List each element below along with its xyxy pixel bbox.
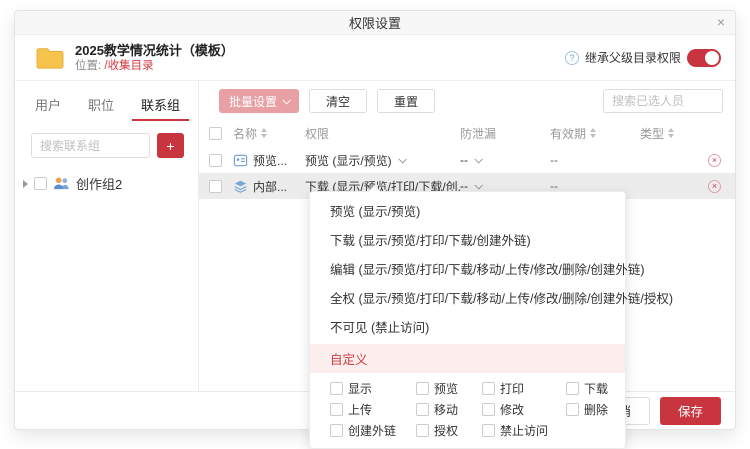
- clear-button[interactable]: 清空: [309, 89, 368, 113]
- expand-caret-icon[interactable]: [23, 179, 28, 188]
- chevron-down-icon: [282, 96, 291, 105]
- row-name: 预览...: [253, 153, 288, 168]
- location-label: 位置:: [75, 59, 102, 72]
- menu-item-edit[interactable]: 编辑 (显示/预览/打印/下载/移动/上传/修改/删除/创建外链): [310, 254, 645, 283]
- close-icon[interactable]: ×: [717, 14, 725, 30]
- main-panel: 批量设置 清空 重置 名称 权限 防泄漏: [199, 81, 735, 449]
- column-type[interactable]: 类型: [640, 125, 704, 142]
- add-contact-group-button[interactable]: +: [157, 133, 184, 158]
- checkbox[interactable]: [416, 424, 429, 437]
- inherit-label: 继承父级目录权限: [584, 51, 681, 65]
- tree-item-checkbox[interactable]: [34, 177, 47, 190]
- folder-info: 2025教学情况统计（模板） 位置: /收集目录: [75, 42, 565, 74]
- custom-option-authorize[interactable]: 授权: [416, 422, 482, 439]
- sidebar-search-row: +: [31, 133, 184, 158]
- menu-item-preview[interactable]: 预览 (显示/预览): [310, 196, 625, 225]
- checkbox[interactable]: [482, 424, 495, 437]
- custom-option-print[interactable]: 打印: [482, 380, 566, 397]
- checkbox[interactable]: [416, 382, 429, 395]
- validity-cell: --: [550, 153, 558, 167]
- menu-item-custom[interactable]: 自定义: [310, 344, 625, 373]
- dialog-title: 权限设置: [348, 16, 401, 31]
- reset-button[interactable]: 重置: [377, 89, 436, 113]
- menu-item-full-control[interactable]: 全权 (显示/预览/打印/下载/移动/上传/修改/删除/创建外链/授权): [310, 283, 673, 312]
- location-path-link[interactable]: /收集目录: [104, 60, 153, 72]
- save-button[interactable]: 保存: [659, 396, 721, 425]
- checkbox[interactable]: [416, 403, 429, 416]
- dialog-header: 2025教学情况统计（模板） 位置: /收集目录 ? 继承父级目录权限: [15, 35, 735, 81]
- row-name-cell: 内部...: [233, 178, 305, 195]
- column-leakproof: 防泄漏: [460, 126, 497, 141]
- checkbox[interactable]: [566, 382, 579, 395]
- remove-icon[interactable]: ×: [708, 153, 721, 167]
- folder-icon: [36, 47, 64, 69]
- chevron-down-icon: [398, 155, 407, 164]
- table-header: 名称 权限 防泄漏 有效期 类型: [199, 119, 735, 147]
- sort-icon[interactable]: [668, 128, 675, 138]
- permission-settings-dialog: 权限设置 × 2025教学情况统计（模板） 位置: /收集目录 ? 继承父级目录…: [14, 10, 736, 449]
- column-validity[interactable]: 有效期: [550, 125, 640, 142]
- column-permission: 权限: [305, 126, 330, 141]
- menu-item-download[interactable]: 下载 (显示/预览/打印/下载/创建外链): [310, 225, 625, 254]
- sort-icon[interactable]: [261, 128, 268, 138]
- badge-icon: [233, 154, 248, 166]
- contact-group-search-input[interactable]: [31, 133, 150, 158]
- permission-select[interactable]: 预览 (显示/预览): [305, 152, 460, 169]
- custom-permission-grid: 显示 预览 打印 下载 上传 移动 修改 删除 创建外链 授权 禁止访问: [310, 373, 625, 448]
- tree-item-label: 创作组2: [76, 177, 123, 192]
- custom-option-modify[interactable]: 修改: [482, 401, 566, 418]
- leakproof-select[interactable]: --: [460, 153, 550, 167]
- custom-option-display[interactable]: 显示: [330, 380, 416, 397]
- custom-option-move[interactable]: 移动: [416, 401, 482, 418]
- batch-settings-label: 批量设置: [229, 94, 278, 109]
- tab-positions[interactable]: 职位: [86, 91, 116, 121]
- member-search-input[interactable]: [603, 89, 723, 113]
- row-name: 内部...: [253, 179, 288, 194]
- row-checkbox[interactable]: [209, 179, 222, 193]
- dialog-body: 用户 职位 联系组 + 创作组2: [15, 81, 735, 449]
- checkbox[interactable]: [330, 382, 343, 395]
- checkbox[interactable]: [482, 403, 495, 416]
- custom-option-preview[interactable]: 预览: [416, 380, 482, 397]
- checkbox[interactable]: [330, 403, 343, 416]
- table-row[interactable]: 预览... 预览 (显示/预览) -- -- ×: [199, 147, 735, 173]
- checkbox[interactable]: [566, 403, 579, 416]
- custom-option-download[interactable]: 下载: [566, 380, 611, 397]
- batch-settings-button[interactable]: 批量设置: [219, 89, 300, 113]
- sidebar-tabs: 用户 职位 联系组: [31, 91, 190, 121]
- contact-group-icon: [54, 177, 69, 190]
- folder-name: 2025教学情况统计（模板）: [75, 42, 234, 58]
- column-name[interactable]: 名称: [233, 125, 305, 142]
- dialog-titlebar: 权限设置 ×: [15, 11, 735, 35]
- custom-option-external-link[interactable]: 创建外链: [330, 422, 416, 439]
- menu-item-invisible[interactable]: 不可见 (禁止访问): [310, 312, 625, 341]
- chevron-down-icon: [474, 181, 483, 190]
- checkbox[interactable]: [330, 424, 343, 437]
- remove-icon[interactable]: ×: [708, 179, 721, 193]
- permission-dropdown-menu: 预览 (显示/预览) 下载 (显示/预览/打印/下载/创建外链) 编辑 (显示/…: [309, 191, 673, 449]
- row-name-cell: 预览...: [233, 152, 305, 169]
- tab-contact-groups[interactable]: 联系组: [131, 91, 190, 121]
- tab-users[interactable]: 用户: [33, 91, 63, 121]
- sort-icon[interactable]: [590, 128, 597, 138]
- toolbar: 批量设置 清空 重置: [199, 81, 735, 119]
- row-checkbox[interactable]: [209, 153, 222, 167]
- help-icon[interactable]: ?: [564, 50, 579, 65]
- chevron-down-icon: [474, 155, 483, 164]
- folder-location: 位置: /收集目录: [75, 59, 565, 74]
- layers-icon: [234, 180, 247, 193]
- sidebar: 用户 职位 联系组 + 创作组2: [15, 81, 199, 391]
- inherit-toggle[interactable]: [687, 48, 721, 67]
- tree-item-creation-group[interactable]: 创作组2: [23, 174, 184, 193]
- checkbox[interactable]: [482, 382, 495, 395]
- custom-option-delete[interactable]: 删除: [566, 401, 611, 418]
- custom-option-forbid-access[interactable]: 禁止访问: [482, 422, 566, 439]
- inherit-permission-control: ? 继承父级目录权限: [564, 48, 721, 67]
- custom-option-upload[interactable]: 上传: [330, 401, 416, 418]
- toggle-knob: [705, 50, 719, 65]
- select-all-checkbox[interactable]: [209, 126, 222, 140]
